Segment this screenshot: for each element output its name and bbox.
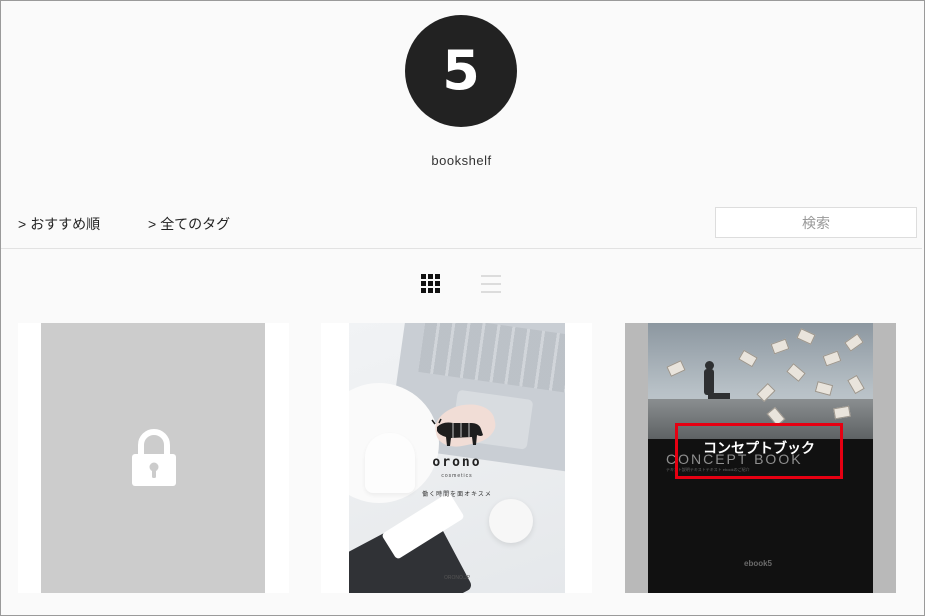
book-cover: orono cosmetics 働く時間を面オキスメ ORONO.JP xyxy=(349,323,565,593)
book-cover xyxy=(41,323,265,593)
book-card-orono[interactable]: orono cosmetics 働く時間を面オキスメ ORONO.JP xyxy=(321,323,592,593)
list-view-icon xyxy=(481,275,501,293)
book-card-concept[interactable]: CONCEPT BOOK テキスト説明テキストテキスト ebookのご紹介 eb… xyxy=(625,323,896,593)
search-input[interactable] xyxy=(715,207,917,238)
site-name: bookshelf xyxy=(431,153,492,168)
ebook-brand-logo: ebook5 xyxy=(744,559,773,568)
sort-order-link[interactable]: > おすすめ順 xyxy=(18,214,100,234)
book-title-highlight: コンセプトブック xyxy=(675,423,843,479)
sort-caret-icon: > xyxy=(18,216,27,232)
all-tags-label: 全てのタグ xyxy=(160,216,231,232)
all-tags-link[interactable]: > 全てのタグ xyxy=(148,214,230,234)
tags-caret-icon: > xyxy=(148,216,157,232)
page-frame: 5 bookshelf > おすすめ順 > 全てのタグ 検索 orono cos… xyxy=(0,0,925,616)
cover-subtitle: cosmetics xyxy=(441,473,473,479)
grid-view-button[interactable] xyxy=(420,273,442,295)
cover-footer: ORONO.JP xyxy=(443,575,471,581)
cow-logo-icon xyxy=(431,418,483,446)
book-card-locked[interactable] xyxy=(18,323,289,593)
cover-title: orono xyxy=(432,455,482,470)
header-divider xyxy=(1,248,922,249)
list-view-button[interactable] xyxy=(481,273,503,295)
grid-view-icon xyxy=(421,274,440,293)
book-title-text: コンセプトブック xyxy=(703,440,815,456)
logo-text: 5 xyxy=(442,39,480,102)
sort-order-label: おすすめ順 xyxy=(30,216,101,232)
site-logo[interactable]: 5 xyxy=(405,15,517,127)
cover-tagline: 働く時間を面オキスメ xyxy=(422,492,492,498)
lock-icon xyxy=(132,429,176,486)
